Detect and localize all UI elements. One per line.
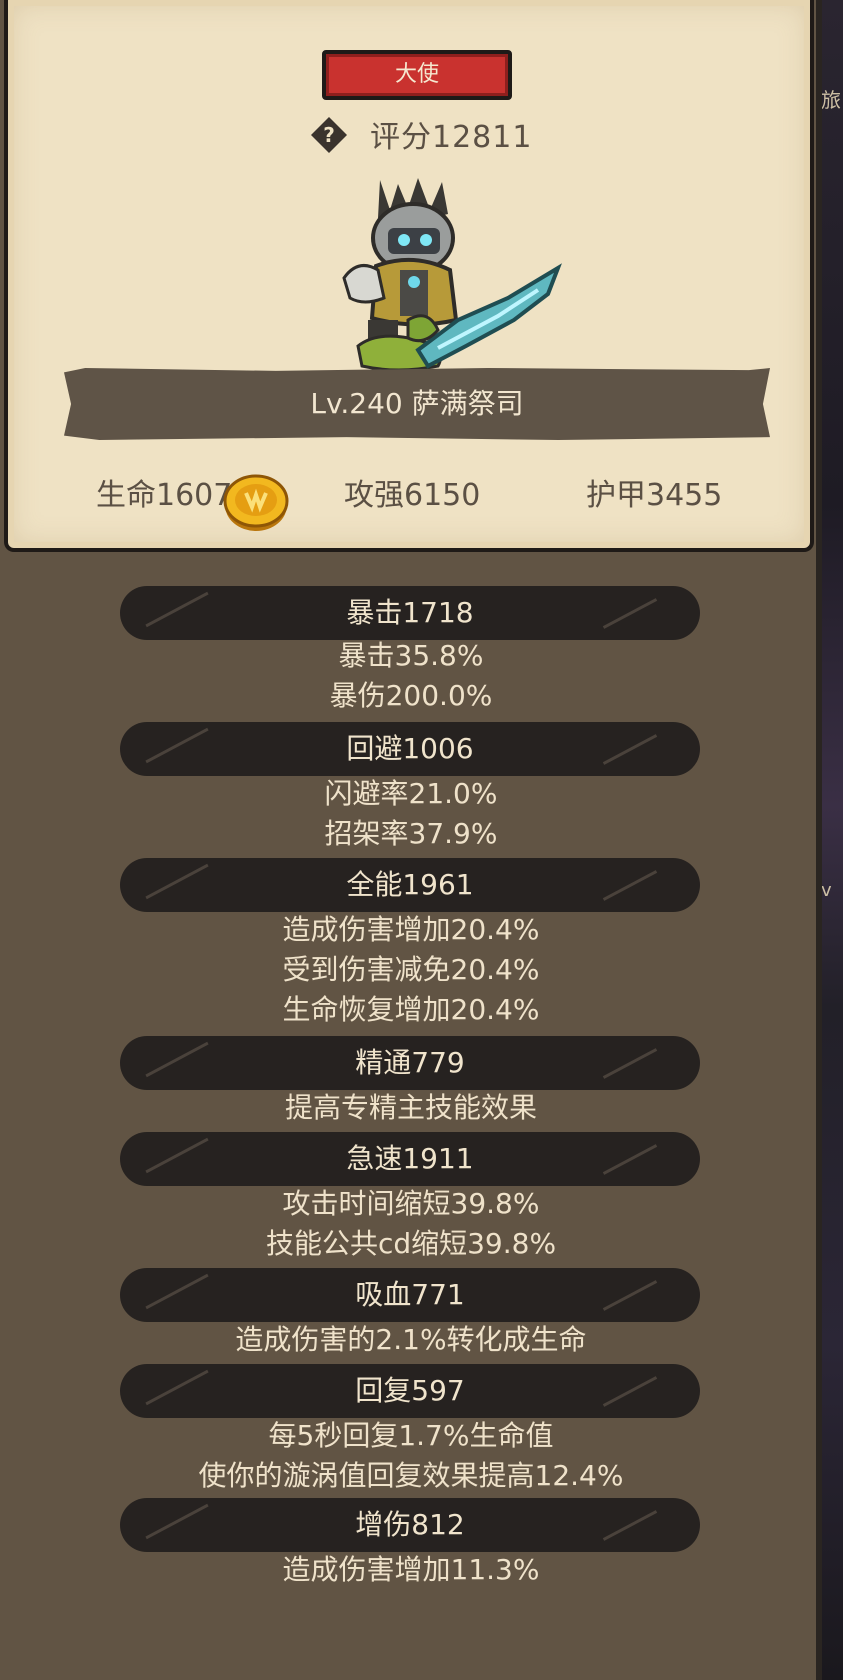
attr-line: 造成伤害增加11.3% bbox=[282, 1553, 540, 1586]
character-name-banner: Lv.240 萨满祭司 bbox=[64, 368, 770, 440]
attr-line: 造成伤害增加20.4% bbox=[282, 913, 540, 946]
attr-header-regen: 回复597 bbox=[120, 1364, 700, 1418]
rank-badge: 大使 bbox=[322, 50, 512, 100]
coin-icon[interactable] bbox=[222, 473, 290, 533]
attr-line: 每5秒回复1.7%生命值 bbox=[268, 1419, 554, 1452]
attr-line: 暴伤200.0% bbox=[329, 679, 493, 712]
attr-line: 提高专精主技能效果 bbox=[284, 1091, 537, 1124]
hp-stat: 生命1607 bbox=[96, 478, 233, 513]
attr-line: 造成伤害的2.1%转化成生命 bbox=[235, 1323, 587, 1356]
attr-line: 使你的漩涡值回复效果提高12.4% bbox=[198, 1459, 624, 1492]
armor-stat: 护甲3455 bbox=[586, 478, 723, 513]
hero-sprite bbox=[342, 178, 562, 372]
character-card: 大使 ? 评分12811 Lv.240 萨满祭司 生命1607 攻强6150 护… bbox=[4, 0, 814, 552]
attr-line: 闪避率21.0% bbox=[324, 777, 498, 810]
side-glyph: 旅 bbox=[821, 88, 841, 112]
attr-line: 暴击35.8% bbox=[338, 639, 484, 672]
attr-line: 受到伤害减免20.4% bbox=[282, 953, 540, 986]
attr-line: 招架率37.9% bbox=[324, 817, 498, 850]
attr-header-dodge: 回避1006 bbox=[120, 722, 700, 776]
attr-header-mastery: 精通779 bbox=[120, 1036, 700, 1090]
attack-stat: 攻强6150 bbox=[344, 478, 481, 513]
svg-text:?: ? bbox=[323, 123, 335, 147]
attr-line: 生命恢复增加20.4% bbox=[282, 993, 540, 1026]
attr-header-damage-bonus: 增伤812 bbox=[120, 1498, 700, 1552]
attr-line: 技能公共cd缩短39.8% bbox=[265, 1227, 557, 1260]
attr-header-crit: 暴击1718 bbox=[120, 586, 700, 640]
score-label: 评分12811 bbox=[370, 120, 533, 155]
attr-header-versatility: 全能1961 bbox=[120, 858, 700, 912]
attr-header-lifesteal: 吸血771 bbox=[120, 1268, 700, 1322]
attr-line: 攻击时间缩短39.8% bbox=[282, 1187, 540, 1220]
character-attributes-panel: 大使 ? 评分12811 Lv.240 萨满祭司 生命1607 攻强6150 护… bbox=[0, 0, 822, 1680]
help-icon[interactable]: ? bbox=[309, 115, 349, 155]
side-glyph: v bbox=[821, 880, 832, 901]
attr-header-haste: 急速1911 bbox=[120, 1132, 700, 1186]
